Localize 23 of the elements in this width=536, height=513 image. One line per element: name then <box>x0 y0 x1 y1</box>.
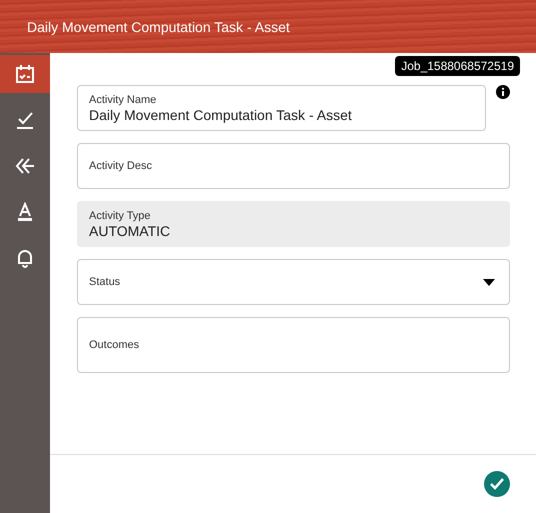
bell-icon <box>15 248 35 268</box>
caret-icon <box>483 279 495 286</box>
field-value: Daily Movement Computation Task - Asset <box>89 106 352 122</box>
field-label: Activity Name <box>89 94 156 106</box>
status-dropdown[interactable]: Status <box>77 259 510 305</box>
input-field[interactable]: Outcomes <box>77 317 510 373</box>
calendar-icon <box>15 64 35 84</box>
page-title: Daily Movement Computation Task - Asset <box>27 18 290 34</box>
field-label: Activity Desc <box>89 160 152 172</box>
field-label: Status <box>89 276 120 288</box>
field-label: Outcomes <box>89 339 140 351</box>
field-value: AUTOMATIC <box>89 222 170 238</box>
double-arrow-left-icon <box>15 156 35 176</box>
info-icon[interactable] <box>496 85 510 99</box>
tooltip: Job_1588068572519 <box>395 56 520 76</box>
sidebar-tab[interactable] <box>0 55 50 93</box>
text-underline-icon <box>15 202 35 222</box>
checkmark-icon <box>490 478 504 490</box>
input-field[interactable]: Activity Name Daily Movement Computation Task - Asset <box>77 85 486 131</box>
input-field[interactable]: Activity Desc <box>77 143 510 189</box>
confirm-button[interactable] <box>484 471 510 497</box>
field-label: Activity Type <box>89 210 151 222</box>
check-tray-icon <box>15 110 35 130</box>
